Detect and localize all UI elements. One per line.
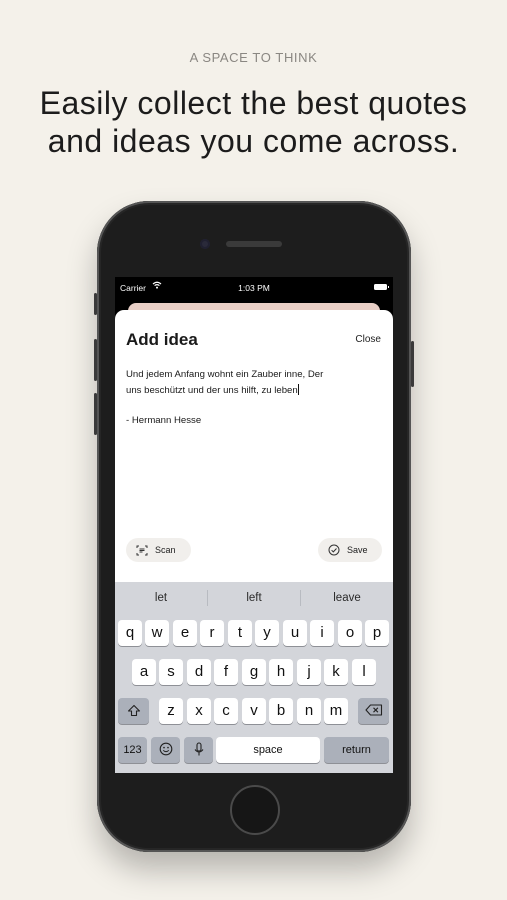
idea-text-area[interactable]: Und jedem Anfang wohnt ein Zauber inne, … <box>126 367 382 429</box>
backspace-key[interactable] <box>358 698 389 724</box>
battery-icon <box>374 284 389 290</box>
scan-label: Scan <box>155 545 176 555</box>
key-v[interactable]: v <box>242 698 266 724</box>
checkmark-circle-icon <box>328 544 340 556</box>
save-button[interactable]: Save <box>318 538 382 562</box>
keyboard: let left leave q w e r t y u i o p a s d <box>115 582 393 773</box>
suggestion-2[interactable]: left <box>208 592 300 604</box>
key-t[interactable]: t <box>228 620 252 646</box>
eyebrow-text: A SPACE TO THINK <box>189 50 318 65</box>
note-line: Und jedem Anfang wohnt ein Zauber inne, … <box>126 369 324 380</box>
predictive-bar: let left leave <box>115 582 393 614</box>
suggestion-3[interactable]: leave <box>301 592 393 604</box>
key-s[interactable]: s <box>159 659 183 685</box>
dictation-key[interactable] <box>184 737 213 763</box>
key-f[interactable]: f <box>214 659 238 685</box>
suggestion-1[interactable]: let <box>115 592 207 604</box>
numbers-key[interactable]: 123 <box>118 737 147 763</box>
key-a[interactable]: a <box>132 659 156 685</box>
key-c[interactable]: c <box>214 698 238 724</box>
note-blank-line <box>126 398 382 413</box>
headline-line-2: and ideas you come across. <box>47 123 460 159</box>
key-m[interactable]: m <box>324 698 348 724</box>
sheet-title: Add idea <box>126 330 198 349</box>
status-time: 1:03 PM <box>238 283 270 293</box>
scan-button[interactable]: Scan <box>126 538 191 562</box>
key-h[interactable]: h <box>269 659 293 685</box>
save-label: Save <box>347 545 368 555</box>
key-n[interactable]: n <box>297 698 321 724</box>
key-b[interactable]: b <box>269 698 293 724</box>
backspace-icon <box>364 702 383 719</box>
note-line-with-cursor: uns beschützt und der uns hilft, zu lebe… <box>126 383 382 399</box>
scan-icon <box>136 545 148 556</box>
space-key[interactable]: space <box>216 737 320 763</box>
return-key[interactable]: return <box>324 737 389 763</box>
shift-icon <box>127 702 141 719</box>
emoji-icon <box>159 741 173 758</box>
phone-power-button <box>411 341 414 387</box>
home-button[interactable] <box>230 785 280 835</box>
key-g[interactable]: g <box>242 659 266 685</box>
key-w[interactable]: w <box>145 620 169 646</box>
key-u[interactable]: u <box>283 620 307 646</box>
key-r[interactable]: r <box>200 620 224 646</box>
key-j[interactable]: j <box>297 659 321 685</box>
key-y[interactable]: y <box>255 620 279 646</box>
headline: Easily collect the best quotes and ideas… <box>10 84 497 160</box>
phone-frame: Carrier 1:03 PM Add idea Close Und jedem… <box>94 201 414 852</box>
key-z[interactable]: z <box>159 698 183 724</box>
note-line-attribution: - Hermann Hesse <box>126 415 202 426</box>
key-l[interactable]: l <box>352 659 376 685</box>
key-d[interactable]: d <box>187 659 211 685</box>
phone-volume-up <box>94 339 97 381</box>
key-x[interactable]: x <box>187 698 211 724</box>
note-line: uns beschützt und der uns hilft, zu lebe… <box>126 384 298 396</box>
key-o[interactable]: o <box>338 620 362 646</box>
earpiece-speaker <box>226 241 282 247</box>
emoji-key[interactable] <box>151 737 180 763</box>
key-p[interactable]: p <box>365 620 389 646</box>
shift-key[interactable] <box>118 698 149 724</box>
phone-screen: Carrier 1:03 PM Add idea Close Und jedem… <box>115 277 393 773</box>
close-button[interactable]: Close <box>355 334 381 345</box>
front-camera <box>200 239 210 249</box>
key-i[interactable]: i <box>310 620 334 646</box>
status-bar: Carrier 1:03 PM <box>115 277 393 299</box>
key-k[interactable]: k <box>324 659 348 685</box>
phone-volume-down <box>94 393 97 435</box>
key-q[interactable]: q <box>118 620 142 646</box>
add-idea-sheet: Add idea Close Und jedem Anfang wohnt ei… <box>115 310 393 773</box>
headline-line-1: Easily collect the best quotes <box>39 85 468 121</box>
phone-silent-switch <box>94 293 97 315</box>
key-e[interactable]: e <box>173 620 197 646</box>
microphone-icon <box>193 741 205 758</box>
text-cursor <box>297 383 299 395</box>
